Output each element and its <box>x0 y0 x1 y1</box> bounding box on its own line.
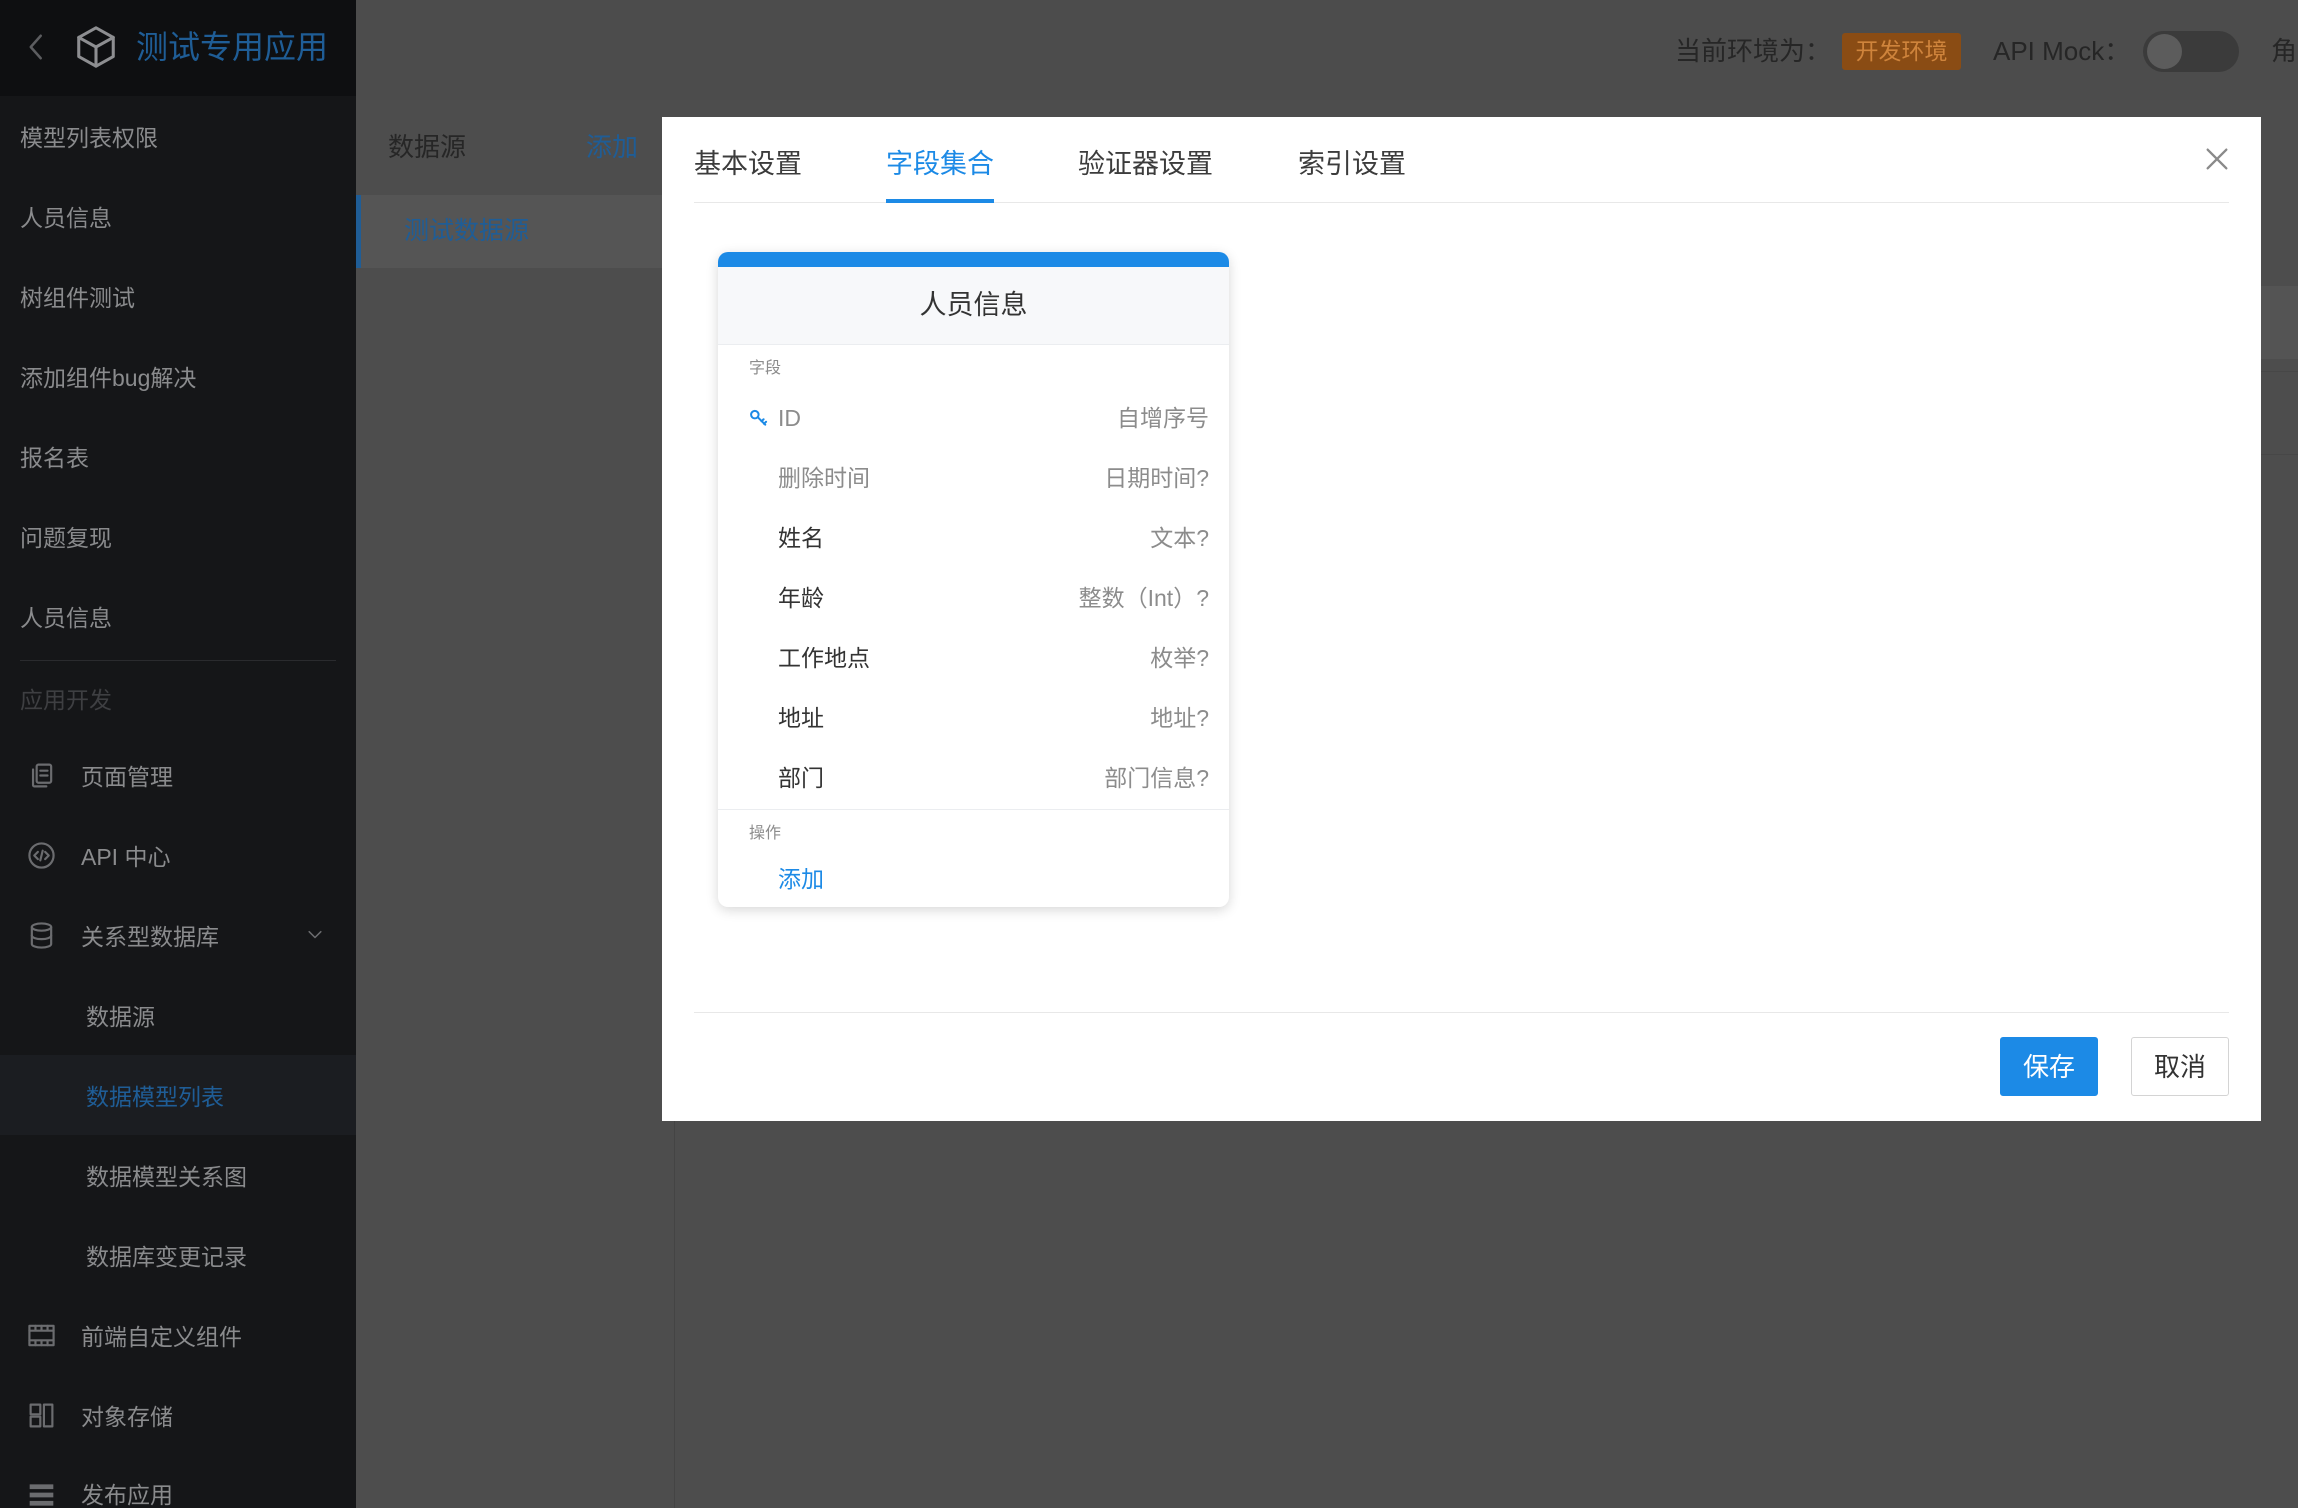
sidebar-item-signup-form[interactable]: 报名表 <box>0 416 356 496</box>
field-type: 自增序号 <box>1117 405 1209 431</box>
sidebar-item-issue-repro[interactable]: 问题复现 <box>0 496 356 576</box>
fields-section-label: 字段 <box>749 360 782 377</box>
sidebar-section-title: 应用开发 <box>20 687 112 713</box>
sidebar-item-data-model-list[interactable]: 数据模型列表 <box>0 1055 356 1135</box>
component-icon <box>27 1321 56 1350</box>
field-type: 部门信息? <box>1104 765 1209 791</box>
add-field-link[interactable]: 添加 <box>778 857 824 902</box>
env-badge[interactable]: 开发环境 <box>1842 33 1961 70</box>
model-card-divider <box>718 809 1229 810</box>
field-list: ID 自增序号 删除时间 日期时间? 姓名 文本? 年龄 整数（Int）? 工作… <box>718 388 1229 808</box>
field-row-address[interactable]: 地址 地址? <box>718 688 1229 748</box>
sidebar-item-personnel-info[interactable]: 人员信息 <box>0 176 356 256</box>
field-row-department[interactable]: 部门 部门信息? <box>718 748 1229 808</box>
sidebar-item-data-model-diagram[interactable]: 数据模型关系图 <box>0 1135 356 1215</box>
api-icon <box>27 841 56 870</box>
field-type: 枚举? <box>1150 645 1209 671</box>
sidebar-item-label: 对象存储 <box>81 1404 173 1430</box>
sidebar-item-add-component-bugfix[interactable]: 添加组件bug解决 <box>0 336 356 416</box>
datasource-panel: 数据源 添加 测试数据源 <box>356 100 674 1508</box>
datasource-item[interactable]: 测试数据源 <box>356 195 674 268</box>
field-row-age[interactable]: 年龄 整数（Int）? <box>718 568 1229 628</box>
publish-icon <box>27 1482 56 1508</box>
sidebar-item-page-management[interactable]: 页面管理 <box>0 735 356 815</box>
sidebar-item-datasource[interactable]: 数据源 <box>0 975 356 1055</box>
save-button[interactable]: 保存 <box>2000 1037 2098 1096</box>
role-label-cut-off[interactable]: 角 <box>2271 33 2297 69</box>
sidebar-item-tree-component-test[interactable]: 树组件测试 <box>0 256 356 336</box>
field-row-id[interactable]: ID 自增序号 <box>718 388 1229 448</box>
field-row-deleted-at[interactable]: 删除时间 日期时间? <box>718 448 1229 508</box>
api-mock-label: API Mock： <box>1993 36 2131 66</box>
key-icon <box>749 408 769 428</box>
modal-tabs: 基本设置 字段集合 验证器设置 索引设置 <box>694 117 2229 203</box>
close-icon[interactable] <box>2203 145 2231 173</box>
object-storage-icon <box>27 1401 56 1430</box>
field-name: 年龄 <box>778 585 824 611</box>
cancel-button[interactable]: 取消 <box>2131 1037 2229 1096</box>
toggle-knob <box>2147 34 2182 69</box>
field-row-work-location[interactable]: 工作地点 枚举? <box>718 628 1229 688</box>
tab-basic-settings[interactable]: 基本设置 <box>694 148 802 202</box>
database-icon <box>27 921 56 950</box>
sidebar-item-api-center[interactable]: API 中心 <box>0 815 356 895</box>
sidebar-header: 测试专用应用 <box>0 0 356 96</box>
chevron-down-icon[interactable] <box>305 925 325 945</box>
field-name: 删除时间 <box>778 465 870 491</box>
field-type: 整数（Int）? <box>1078 585 1209 611</box>
field-type: 日期时间? <box>1104 465 1209 491</box>
model-card-accent-bar <box>718 252 1229 267</box>
sidebar-item-label: 发布应用 <box>81 1482 173 1508</box>
top-bar: 当前环境为： 开发环境 API Mock： 角 <box>356 0 2298 100</box>
field-type: 地址? <box>1150 705 1209 731</box>
sidebar-item-personnel-info-2[interactable]: 人员信息 <box>0 576 356 656</box>
sidebar-nav: 模型列表权限 人员信息 树组件测试 添加组件bug解决 报名表 问题复现 人员信… <box>0 96 356 1508</box>
sidebar-item-label: 页面管理 <box>81 764 173 790</box>
model-card-title: 人员信息 <box>718 267 1229 345</box>
tab-field-set[interactable]: 字段集合 <box>886 148 994 203</box>
field-name: 地址 <box>778 705 824 731</box>
api-mock-toggle[interactable] <box>2143 31 2239 72</box>
add-datasource-link[interactable]: 添加 <box>586 129 638 165</box>
field-name: 姓名 <box>778 525 824 551</box>
sidebar-item-label: 前端自定义组件 <box>81 1324 242 1350</box>
field-type: 文本? <box>1150 525 1209 551</box>
model-settings-modal: 基本设置 字段集合 验证器设置 索引设置 人员信息 字段 ID 自增序号 删除时… <box>662 117 2261 1121</box>
sidebar-item-object-storage[interactable]: 对象存储 <box>0 1375 356 1455</box>
sidebar-item-relational-database[interactable]: 关系型数据库 <box>0 895 356 975</box>
sidebar-item-db-change-log[interactable]: 数据库变更记录 <box>0 1215 356 1295</box>
sidebar-item-label: API 中心 <box>81 844 171 870</box>
sidebar-item-model-list-permissions[interactable]: 模型列表权限 <box>0 96 356 176</box>
field-name: 部门 <box>778 765 824 791</box>
sidebar-item-publish-app[interactable]: 发布应用 <box>0 1455 356 1508</box>
env-label: 当前环境为： <box>1675 36 1832 66</box>
field-name: ID <box>778 405 801 431</box>
modal-footer-divider <box>694 1012 2229 1013</box>
tab-index-settings[interactable]: 索引设置 <box>1298 148 1406 202</box>
actions-section-label: 操作 <box>749 825 782 842</box>
field-row-name[interactable]: 姓名 文本? <box>718 508 1229 568</box>
app-name: 测试专用应用 <box>136 29 329 65</box>
cube-icon <box>73 24 119 70</box>
sidebar: 测试专用应用 模型列表权限 人员信息 树组件测试 添加组件bug解决 报名表 问… <box>0 0 356 1508</box>
sidebar-item-frontend-components[interactable]: 前端自定义组件 <box>0 1295 356 1375</box>
model-card: 人员信息 字段 ID 自增序号 删除时间 日期时间? 姓名 文本? 年龄 整数（… <box>718 252 1229 907</box>
pages-icon <box>27 761 56 790</box>
sidebar-item-label: 关系型数据库 <box>81 924 219 950</box>
datasource-panel-title: 数据源 <box>388 132 467 162</box>
field-name: 工作地点 <box>778 645 870 671</box>
tab-validator-settings[interactable]: 验证器设置 <box>1078 148 1213 202</box>
chevron-left-icon[interactable] <box>22 31 52 63</box>
